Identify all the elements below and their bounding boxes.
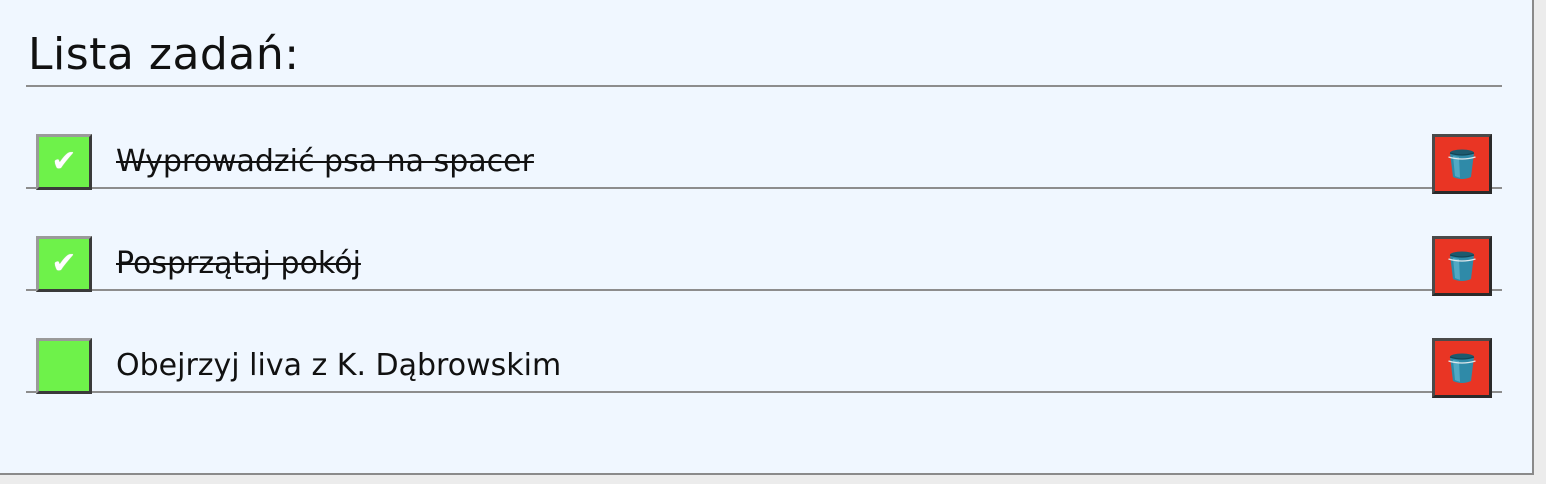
delete-task-button[interactable] xyxy=(1432,134,1492,194)
task-item: ✔ Posprzątaj pokój xyxy=(26,189,1502,296)
bucket-icon xyxy=(1448,251,1476,281)
todo-panel: Lista zadań: ✔ Wyprowadzić psa na spacer… xyxy=(0,0,1534,475)
bucket-icon xyxy=(1448,353,1476,383)
delete-task-button[interactable] xyxy=(1432,236,1492,296)
task-item: Obejrzyj liva z K. Dąbrowskim xyxy=(26,291,1502,398)
task-label: Obejrzyj liva z K. Dąbrowskim xyxy=(116,348,562,383)
task-label: Wyprowadzić psa na spacer xyxy=(116,144,534,179)
task-checkbox[interactable]: ✔ xyxy=(36,134,92,190)
task-item: ✔ Wyprowadzić psa na spacer xyxy=(26,87,1502,194)
task-checkbox[interactable] xyxy=(36,338,92,394)
check-icon: ✔ xyxy=(51,144,77,179)
bucket-icon xyxy=(1448,149,1476,179)
page-title: Lista zadań: xyxy=(28,29,300,80)
task-label: Posprzątaj pokój xyxy=(116,246,361,281)
task-list: ✔ Wyprowadzić psa na spacer ✔ Posprzątaj… xyxy=(26,87,1502,398)
delete-task-button[interactable] xyxy=(1432,338,1492,398)
task-checkbox[interactable]: ✔ xyxy=(36,236,92,292)
check-icon: ✔ xyxy=(51,246,77,281)
